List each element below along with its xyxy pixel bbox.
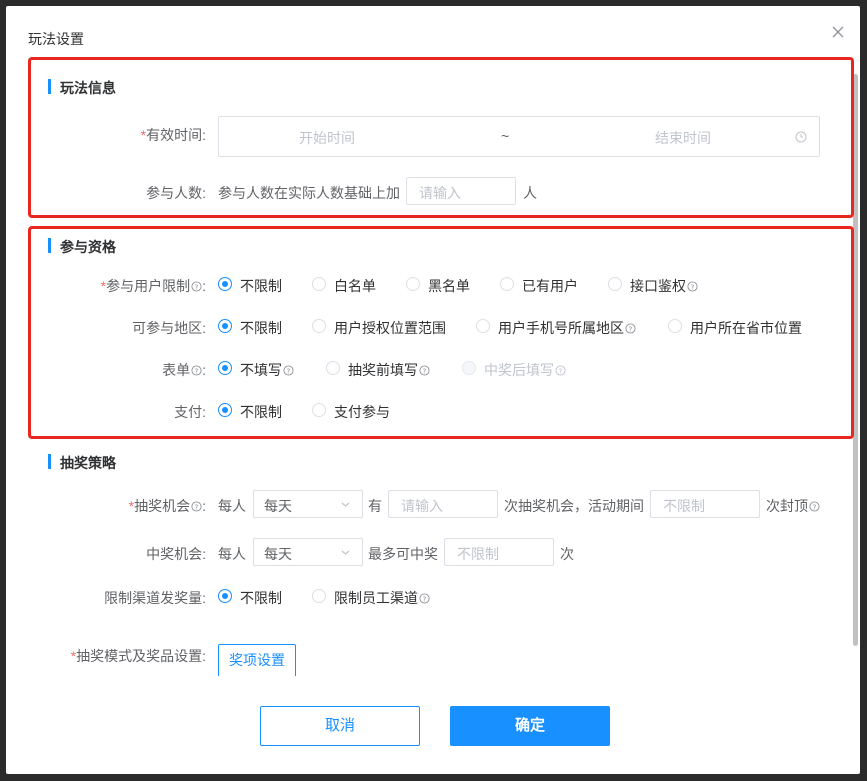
end-time-input[interactable]: 结束时间 — [655, 128, 711, 148]
svg-text:?: ? — [691, 282, 695, 291]
valid-time-label: *有效时间: — [140, 127, 206, 143]
question-icon: ? — [419, 365, 430, 376]
participants-prefix: 参与人数在实际人数基础上加 — [218, 185, 400, 201]
section-title-info: 玩法信息 — [48, 78, 116, 98]
close-icon[interactable] — [830, 24, 846, 40]
win-chance-suffix: 次 — [560, 546, 574, 562]
draw-chance-prefix: 每人 — [218, 498, 246, 514]
svg-text:?: ? — [195, 282, 199, 291]
dialog-title: 玩法设置 — [28, 31, 84, 47]
question-icon: ? — [191, 501, 202, 512]
win-chance-max-input[interactable]: 不限制 — [444, 538, 554, 566]
svg-text:?: ? — [813, 502, 817, 511]
start-time-input[interactable]: 开始时间 — [299, 128, 355, 148]
participants-label: 参与人数: — [146, 185, 206, 201]
draw-chance-suffix: 次封顶? — [766, 496, 820, 516]
question-icon: ? — [809, 501, 820, 512]
valid-time-range-picker[interactable]: 开始时间 ~ 结束时间 — [218, 116, 820, 157]
question-icon: ? — [625, 323, 636, 334]
win-chance-mid: 最多可中奖 — [368, 546, 438, 562]
svg-text:?: ? — [629, 324, 633, 333]
cancel-button[interactable]: 取消 — [260, 706, 420, 746]
user-limit-label: *参与用户限制?: — [100, 278, 206, 294]
clock-icon — [795, 131, 807, 143]
svg-text:?: ? — [195, 502, 199, 511]
prize-mode-label: *抽奖模式及奖品设置: — [70, 648, 206, 664]
region-label: 可参与地区: — [132, 320, 206, 336]
draw-chance-mid: 有 — [368, 498, 382, 514]
win-chance-label: 中奖机会: — [146, 546, 206, 562]
question-icon: ? — [191, 365, 202, 376]
participants-unit: 人 — [523, 185, 537, 201]
svg-text:?: ? — [423, 594, 427, 603]
chevron-down-icon — [341, 502, 350, 507]
question-icon: ? — [283, 365, 294, 376]
draw-chance-mid2: 次抽奖机会，活动期间 — [504, 498, 644, 514]
draw-chance-count-input[interactable]: 请输入 — [388, 490, 498, 518]
question-icon: ? — [687, 281, 698, 292]
range-separator: ~ — [501, 128, 510, 144]
win-chance-period-select[interactable]: 每天 — [253, 538, 363, 566]
payment-label: 支付: — [174, 404, 206, 420]
draw-chance-cap-input[interactable]: 不限制 — [650, 490, 760, 518]
section-title-strategy: 抽奖策略 — [48, 453, 116, 473]
draw-chance-period-select[interactable]: 每天 — [253, 490, 363, 518]
chevron-down-icon — [341, 550, 350, 555]
svg-text:?: ? — [287, 366, 291, 375]
win-chance-prefix: 每人 — [218, 546, 246, 562]
question-icon: ? — [191, 281, 202, 292]
confirm-button[interactable]: 确定 — [450, 706, 610, 746]
draw-chance-label: *抽奖机会?: — [128, 498, 206, 514]
svg-text:?: ? — [559, 366, 563, 375]
form-label: 表单?: — [162, 362, 206, 378]
question-icon: ? — [555, 365, 566, 376]
svg-text:?: ? — [423, 366, 427, 375]
prize-settings-button[interactable]: 奖项设置 — [218, 644, 296, 676]
participants-input[interactable]: 请输入 — [406, 177, 516, 205]
play-settings-dialog: 玩法设置 玩法信息 *有效时间: 开始时间 ~ 结束时间 参与人数: 参与人数在… — [6, 6, 860, 774]
section-title-qualification: 参与资格 — [48, 237, 116, 257]
channel-limit-label: 限制渠道发奖量: — [104, 590, 206, 606]
svg-text:?: ? — [195, 366, 199, 375]
question-icon: ? — [419, 593, 430, 604]
